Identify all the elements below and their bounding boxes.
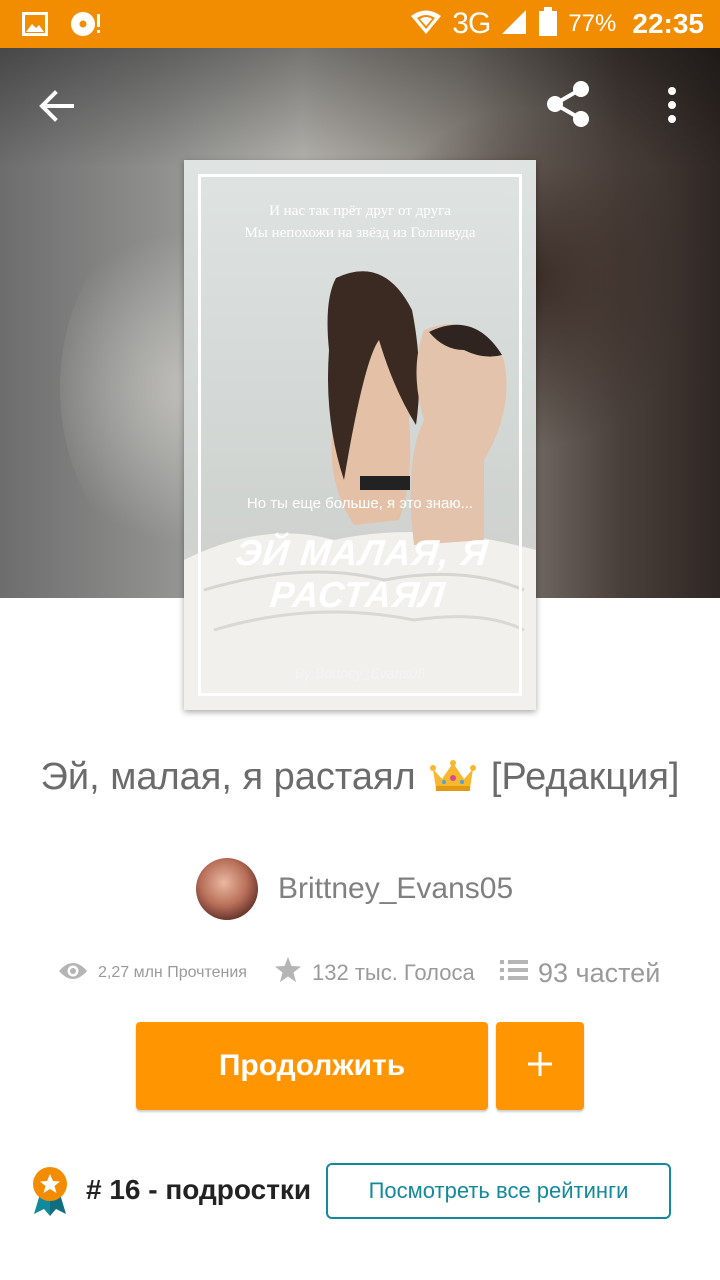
wifi-icon [410,9,442,40]
star-icon [274,956,312,990]
author-link[interactable]: Brittney_Evans05 [196,858,513,920]
book-cover[interactable]: И нас так прёт друг от друга Мы непохожи… [184,160,536,710]
reads-stat: 2,27 млн Прочтения [58,950,247,996]
author-name: Brittney_Evans05 [278,872,514,905]
avatar [196,858,258,920]
list-icon [500,958,538,989]
view-all-rankings-button[interactable]: Посмотреть все рейтинги [326,1163,671,1219]
crown-icon [430,759,477,803]
story-title-text: Эй, малая, я растаял [40,756,416,798]
parts-count: 93 частей [538,957,661,988]
reads-count: 2,27 млн Прочтения [98,964,247,981]
battery-percent: 77% [568,10,617,37]
back-arrow-icon[interactable] [30,80,82,132]
network-type: 3G [452,7,491,40]
status-bar: 3G 77% 22:35 [0,0,720,48]
votes-count: 132 тыс. Голоса [312,960,475,985]
more-vertical-icon[interactable] [652,80,692,130]
cover-tagline: Но ты еще больше, я это знаю... [246,495,474,512]
plus-icon [526,1050,554,1083]
cover-byline: By Brittney_Evans05 [295,665,425,681]
signal-icon [500,8,528,41]
story-title-suffix: [Редакция] [490,756,680,798]
image-icon [22,12,48,41]
media-icon [70,10,102,43]
cover-line-2: Мы непохожи на звёзд из Голливуда [244,225,476,241]
eye-icon [58,961,98,986]
parts-stat: 93 частей [500,950,660,996]
story-title: Эй, малая, я растаял [Редакция] [0,756,720,803]
clock: 22:35 [632,8,704,39]
story-stats: 2,27 млн Прочтения 132 тыс. Голоса 93 ча… [58,950,678,1000]
add-to-library-button[interactable] [496,1022,584,1110]
continue-reading-button[interactable]: Продолжить [136,1022,488,1110]
cover-title: ЭЙ МАЛАЯ, Я РАСТАЯЛ [233,532,491,615]
votes-stat: 132 тыс. Голоса [274,950,475,996]
ranking-text: # 16 - подростки [86,1174,312,1205]
battery-icon [538,6,558,42]
share-icon[interactable] [540,76,596,132]
ranking-badge-icon [30,1166,70,1221]
cover-line-1: И нас так прёт друг от друга [269,203,451,219]
